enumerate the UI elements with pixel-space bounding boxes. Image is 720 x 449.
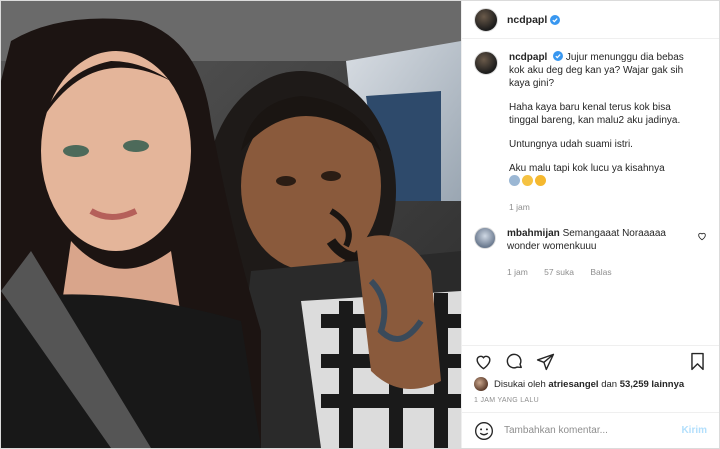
- emoji-icon[interactable]: [474, 421, 494, 441]
- caption-row: ncdpapl Jujur menunggu dia bebas kok aku…: [474, 51, 707, 214]
- action-bar: [462, 346, 719, 376]
- caption-meta: 1 jam: [509, 201, 689, 214]
- comment-meta: 1 jam 57 suka Balas: [507, 266, 672, 279]
- add-comment-bar: Tambahkan komentar... Kirim: [462, 412, 719, 448]
- caption-text: ncdpapl Jujur menunggu dia bebas kok aku…: [509, 51, 689, 214]
- liker-username[interactable]: atriesangel: [548, 379, 598, 390]
- bookmark-icon[interactable]: [688, 352, 707, 371]
- commenter-avatar[interactable]: [474, 227, 496, 249]
- share-icon[interactable]: [536, 352, 555, 371]
- likes-summary: Disukai oleh atriesangel dan 53,259 lain…: [462, 376, 719, 392]
- comments-section: ncdpapl Jujur menunggu dia bebas kok aku…: [462, 39, 719, 346]
- likes-count[interactable]: 53,259 lainnya: [620, 379, 684, 390]
- comment-input[interactable]: Tambahkan komentar...: [504, 425, 681, 436]
- post-sidebar: ncdpapl ncdpapl Jujur menunggu dia bebas…: [461, 1, 719, 448]
- caption-username[interactable]: ncdpapl: [509, 52, 547, 63]
- comment-likes[interactable]: 57 suka: [544, 267, 574, 277]
- laughing-emoji-icon: [522, 175, 533, 186]
- comment-icon[interactable]: [505, 352, 524, 371]
- caption-paragraph-4: Aku malu tapi kok lucu ya kisahnya: [509, 162, 689, 188]
- instagram-post: ncdpapl ncdpapl Jujur menunggu dia bebas…: [0, 0, 720, 449]
- comment-heart-icon[interactable]: [697, 231, 707, 241]
- verified-icon: [550, 14, 561, 25]
- verified-icon: [553, 51, 564, 61]
- comment-row: mbahmijan Semangaaat Noraaaaa wonder wom…: [474, 227, 707, 279]
- comment-text: mbahmijan Semangaaat Noraaaaa wonder wom…: [507, 227, 672, 279]
- post-timestamp: 1 JAM YANG LALU: [474, 397, 539, 404]
- caption-paragraph-4-text: Aku malu tapi kok lucu ya kisahnya: [509, 163, 665, 174]
- couple-selfie-image: [1, 1, 461, 448]
- comment-time[interactable]: 1 jam: [507, 267, 528, 277]
- caption-time[interactable]: 1 jam: [509, 202, 530, 212]
- post-photo[interactable]: [1, 1, 461, 448]
- post-header: ncdpapl: [462, 1, 719, 39]
- commenter-username[interactable]: mbahmijan: [507, 228, 560, 239]
- author-avatar[interactable]: [474, 7, 498, 32]
- caption-paragraph-2: Haha kaya baru kenal terus kok bisa ting…: [509, 102, 681, 126]
- caption-paragraph-3: Untungnya udah suami istri.: [509, 139, 633, 150]
- heart-icon[interactable]: [474, 352, 493, 371]
- likes-prefix: Disukai oleh: [494, 378, 546, 390]
- fearful-emoji-icon: [509, 175, 520, 186]
- liker-avatar[interactable]: [474, 377, 488, 391]
- send-button[interactable]: Kirim: [681, 425, 707, 436]
- caption-avatar[interactable]: [474, 51, 498, 75]
- comment-reply-button[interactable]: Balas: [590, 267, 611, 277]
- grinning-emoji-icon: [535, 175, 546, 186]
- likes-middle: dan: [601, 378, 618, 390]
- author-username[interactable]: ncdpapl: [507, 14, 547, 26]
